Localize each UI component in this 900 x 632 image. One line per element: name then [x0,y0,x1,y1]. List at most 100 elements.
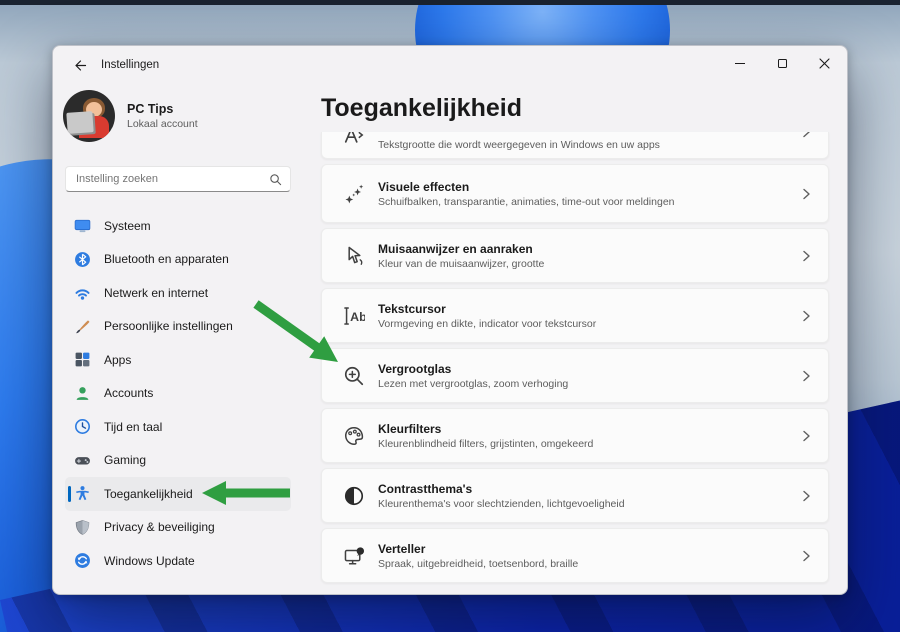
sidebar-item-netwerk-en-internet[interactable]: Netwerk en internet [65,276,291,310]
contrast-icon [342,485,366,507]
color-filters-palette-icon [342,425,366,447]
chevron-right-icon [800,309,812,323]
settings-card-list: Tekstgrootte die wordt weergegeven in Wi… [321,132,829,588]
search-icon [270,173,282,185]
windows-update-icon [74,552,91,569]
card-text: Vergrootglas Lezen met vergrootglas, zoo… [378,362,568,390]
maximize-button[interactable] [761,47,803,79]
sidebar-item-label: Privacy & beveiliging [104,520,215,535]
network-wifi-icon [74,284,91,301]
sidebar-item-bluetooth-en-apparaten[interactable]: Bluetooth en apparaten [65,243,291,277]
card-title: Vergrootglas [378,361,452,376]
sidebar-item-label: Gaming [104,453,147,468]
mouse-pointer-icon [342,245,366,267]
narrator-icon [342,545,366,567]
card-text: Visuele effecten Schuifbalken, transpara… [378,180,675,208]
sidebar-item-label: Tijd en taal [104,419,163,434]
card-subtitle: Spraak, uitgebreidheid, toetsenbord, bra… [378,557,579,570]
sidebar-item-label: Persoonlijke instellingen [104,319,233,334]
clock-icon [74,418,91,435]
accessibility-icon [74,485,91,502]
settings-card-visuele-effecten[interactable]: Visuele effecten Schuifbalken, transpara… [321,164,829,223]
chevron-right-icon [800,489,812,503]
card-title: Verteller [378,541,426,556]
text-size-icon [342,132,366,146]
apps-grid-icon [74,351,91,368]
sidebar-item-label: Accounts [104,386,154,401]
card-subtitle: Lezen met vergrootglas, zoom verhoging [378,377,569,390]
sidebar-item-toegankelijkheid[interactable]: Toegankelijkheid [65,477,291,511]
accounts-person-icon [74,385,91,402]
card-title: Muisaanwijzer en aanraken [378,241,533,256]
avatar [63,90,115,142]
search-input[interactable] [76,173,269,185]
card-text: Tekstgrootte die wordt weergegeven in Wi… [378,139,660,151]
card-text: Kleurfilters Kleurenblindheid filters, g… [378,422,593,450]
sidebar-item-windows-update[interactable]: Windows Update [65,544,291,578]
card-subtitle: Schuifbalken, transparantie, animaties, … [378,195,675,208]
card-subtitle: Kleurenblindheid filters, grijstinten, o… [378,437,594,450]
sidebar-item-gaming[interactable]: Gaming [65,444,291,478]
settings-card-tekstgrootte-clipped[interactable]: Tekstgrootte die wordt weergegeven in Wi… [321,132,829,159]
chevron-right-icon [800,429,812,443]
sidebar-item-label: Apps [104,352,132,367]
selected-indicator [68,485,71,502]
settings-card-vergrootglas[interactable]: Vergrootglas Lezen met vergrootglas, zoo… [321,348,829,403]
bluetooth-icon [74,251,91,268]
sidebar-item-apps[interactable]: Apps [65,343,291,377]
chevron-right-icon [800,249,812,263]
chevron-right-icon [800,369,812,383]
sidebar-nav: Systeem Bluetooth en apparaten Netwerk e… [65,209,291,578]
settings-window: Instellingen PC Tips Lokaal account Inst… [52,45,848,595]
system-icon [74,217,91,234]
sidebar-item-label: Systeem [104,218,151,233]
settings-card-muisaanwijzer[interactable]: Muisaanwijzer en aanraken Kleur van de m… [321,228,829,283]
back-button[interactable] [65,54,95,76]
caption-buttons [719,47,845,79]
sidebar-item-persoonlijke-instellingen[interactable]: Persoonlijke instellingen [65,310,291,344]
window-title: Instellingen [101,59,160,71]
settings-card-kleurfilters[interactable]: Kleurfilters Kleurenblindheid filters, g… [321,408,829,463]
sidebar-item-accounts[interactable]: Accounts [65,377,291,411]
user-profile[interactable]: PC Tips Lokaal account [63,90,198,142]
magnifier-plus-icon [342,365,366,387]
profile-name: PC Tips [127,102,174,116]
page-title: Toegankelijkheid [321,94,522,122]
maximize-icon [777,58,787,68]
minimize-icon [735,62,745,64]
settings-card-tekstcursor[interactable]: Ab Tekstcursor Vormgeving en dikte, indi… [321,288,829,343]
avatar-laptop [66,111,94,134]
card-title: Visuele effecten [378,179,470,194]
back-arrow-icon [74,59,86,71]
card-text: Contrastthema's Kleurenthema's voor slec… [378,482,625,510]
text-cursor-icon: Ab [342,305,366,327]
card-title: Contrastthema's [378,481,473,496]
card-text: Verteller Spraak, uitgebreidheid, toetse… [378,542,578,570]
settings-card-contrastthemas[interactable]: Contrastthema's Kleurenthema's voor slec… [321,468,829,523]
gaming-controller-icon [74,452,91,469]
search-box [65,166,291,192]
close-icon [818,57,830,69]
sidebar-item-systeem[interactable]: Systeem [65,209,291,243]
titlebar: Instellingen [53,46,847,82]
card-text: Tekstcursor Vormgeving en dikte, indicat… [378,302,596,330]
card-subtitle: Tekstgrootte die wordt weergegeven in Wi… [378,139,660,151]
sidebar-item-label: Netwerk en internet [104,285,209,300]
chevron-right-icon [800,132,812,139]
sidebar-item-privacy-beveiliging[interactable]: Privacy & beveiliging [65,511,291,545]
personalization-brush-icon [74,318,91,335]
sidebar-item-tijd-en-taal[interactable]: Tijd en taal [65,410,291,444]
minimize-button[interactable] [719,47,761,79]
screen-top-edge [0,0,900,5]
card-title: Kleurfilters [378,421,442,436]
chevron-right-icon [800,549,812,563]
profile-account-type: Lokaal account [127,118,198,130]
visual-effects-icon [342,183,366,205]
card-subtitle: Kleurenthema's voor slechtzienden, licht… [378,497,625,510]
sidebar-item-label: Bluetooth en apparaten [104,252,229,267]
settings-card-verteller[interactable]: Verteller Spraak, uitgebreidheid, toetse… [321,528,829,583]
sidebar-item-label: Windows Update [104,553,195,568]
close-button[interactable] [803,47,845,79]
card-text: Muisaanwijzer en aanraken Kleur van de m… [378,242,544,270]
card-subtitle: Kleur van de muisaanwijzer, grootte [378,257,545,270]
